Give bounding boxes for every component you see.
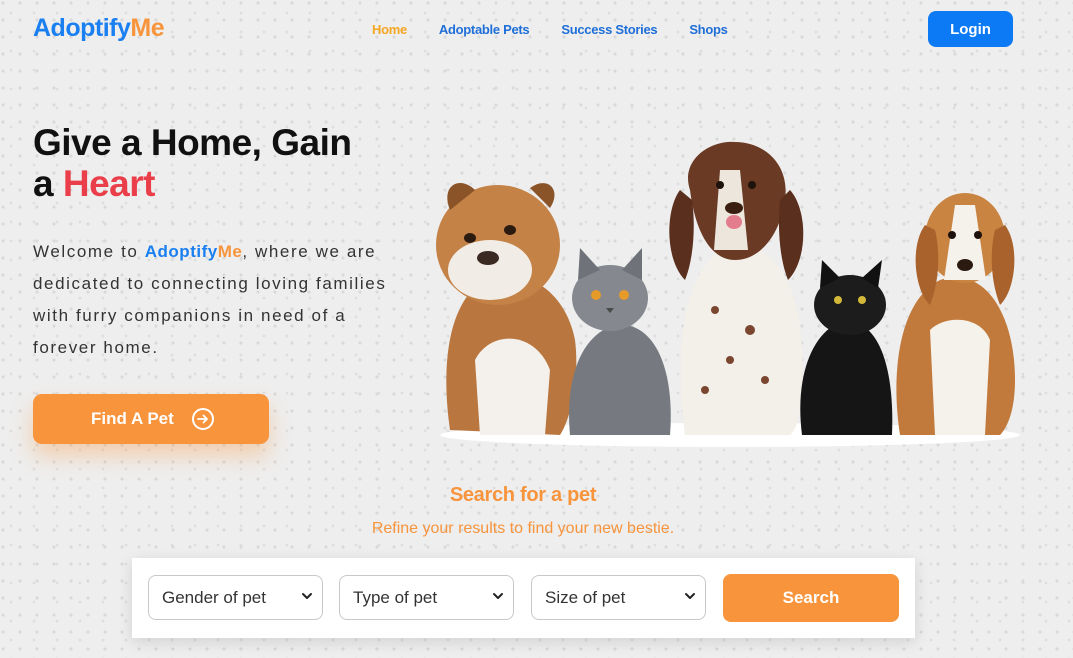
top-nav: AdoptifyMe Home Adoptable Pets Success S… xyxy=(0,0,1073,60)
grey-cat-figure xyxy=(569,248,671,435)
spaniel-figure xyxy=(669,141,804,435)
search-subtitle: Refine your results to find your new bes… xyxy=(371,520,675,537)
hero-pets-image xyxy=(436,141,1020,447)
nav-item-success-stories[interactable]: Success Stories xyxy=(561,22,657,37)
hero-title-line1: Give a Home, Gain xyxy=(33,122,352,163)
size-select[interactable]: Size of pet xyxy=(531,575,706,620)
nav-item-home[interactable]: Home xyxy=(372,22,407,37)
find-a-pet-label: Find A Pet xyxy=(91,409,174,428)
nav-item-adoptable-pets[interactable]: Adoptable Pets xyxy=(439,22,530,37)
hero-title-line2-prefix: a xyxy=(33,163,63,204)
chevron-down-icon xyxy=(685,593,695,599)
size-select-value: Size of pet xyxy=(545,587,626,607)
hero-title-highlight: Heart xyxy=(62,163,156,204)
brand-logo-part2: Me xyxy=(130,14,165,42)
find-a-pet-button[interactable]: Find A Pet xyxy=(33,394,269,444)
type-select-value: Type of pet xyxy=(353,587,438,607)
brand-logo[interactable]: AdoptifyMe xyxy=(33,14,165,43)
bulldog-figure xyxy=(436,182,577,435)
login-button[interactable]: Login xyxy=(928,11,1013,47)
search-title: Search for a pet xyxy=(449,484,597,506)
hero-description: Welcome to AdoptifyMe, where we are dedi… xyxy=(33,236,388,364)
chevron-down-icon xyxy=(302,593,312,599)
arrow-right-circle-icon xyxy=(191,408,214,430)
black-cat-figure xyxy=(800,260,893,435)
brand-logo-part1: Adoptify xyxy=(33,14,131,42)
hero-title: Give a Home, Gain a Heart xyxy=(33,122,352,204)
gender-select[interactable]: Gender of pet xyxy=(148,575,323,620)
search-filter-bar: Gender of pet Type of pet Size of pet Se… xyxy=(132,558,915,638)
hero-desc-brand1: Adoptify xyxy=(144,242,218,261)
hero-desc-brand2: Me xyxy=(217,242,243,261)
hero-desc-prefix: Welcome to xyxy=(33,242,145,261)
search-button[interactable]: Search xyxy=(723,574,899,622)
chevron-down-icon xyxy=(493,593,503,599)
type-select[interactable]: Type of pet xyxy=(339,575,514,620)
nav-item-shops[interactable]: Shops xyxy=(689,22,728,37)
beagle-figure xyxy=(896,193,1015,435)
nav-menu: Home Adoptable Pets Success Stories Shop… xyxy=(372,22,760,37)
gender-select-value: Gender of pet xyxy=(162,587,266,607)
